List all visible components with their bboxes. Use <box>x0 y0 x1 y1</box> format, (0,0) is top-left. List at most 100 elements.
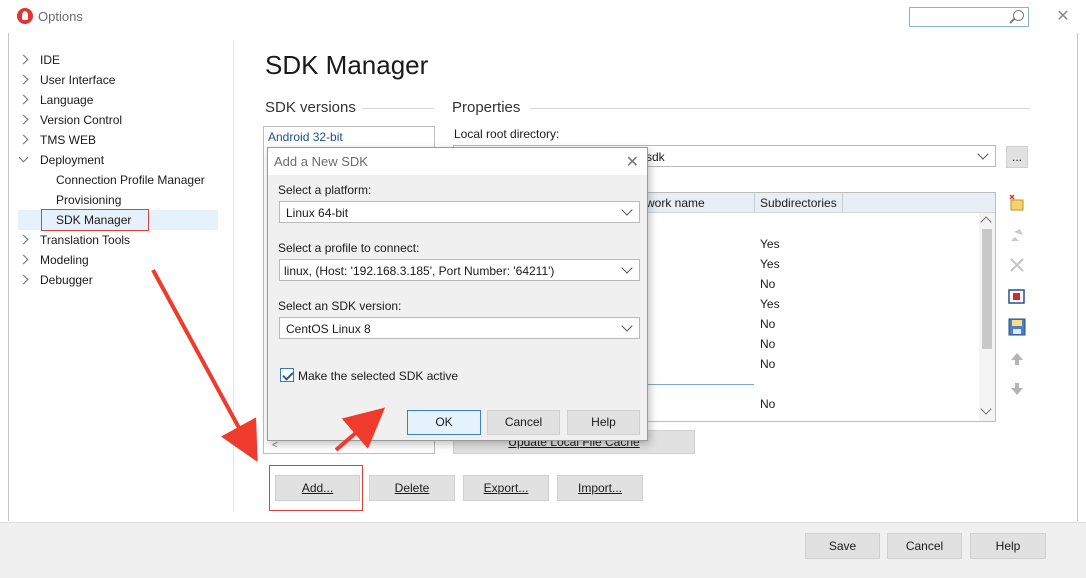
tree-item-label: Provisioning <box>56 193 122 207</box>
chevron-down-icon[interactable] <box>18 152 29 163</box>
tree-item-label: IDE <box>40 53 61 67</box>
grid-group-line <box>644 384 754 385</box>
chevron-down-icon <box>621 262 633 274</box>
chevron-right-icon[interactable] <box>18 74 29 85</box>
page-title: SDK Manager <box>265 50 429 80</box>
tree-item-deployment[interactable]: Deployment <box>18 150 220 170</box>
tree-item-label: Version Control <box>40 113 123 127</box>
make-active-checkbox[interactable] <box>280 368 294 382</box>
close-icon[interactable]: ✕ <box>626 152 639 172</box>
make-active-label[interactable]: Make the selected SDK active <box>298 369 458 383</box>
sdk-version-select[interactable]: CentOS Linux 8 <box>279 317 640 339</box>
tree-item-debugger[interactable]: Debugger <box>18 270 220 290</box>
column-separator[interactable] <box>842 193 843 213</box>
button-label: Delete <box>394 481 430 495</box>
tree-item-connection-profile-manager[interactable]: Connection Profile Manager <box>18 170 220 190</box>
column-separator[interactable] <box>754 193 755 213</box>
button-label: Import... <box>577 481 622 495</box>
browse-button[interactable]: ... <box>1006 146 1028 168</box>
chevron-right-icon[interactable] <box>18 94 29 105</box>
properties-header: Properties <box>452 99 521 116</box>
platform-label: Select a platform: <box>278 183 372 197</box>
dialog-title: Add a New SDK <box>274 154 368 169</box>
window-title: Options <box>38 9 83 24</box>
local-root-label: Local root directory: <box>454 127 560 141</box>
add-item-icon[interactable] <box>1006 192 1028 214</box>
delete-item-icon <box>1006 254 1028 276</box>
chevron-right-icon[interactable] <box>18 114 29 125</box>
tree-item-tms-web[interactable]: TMS WEB <box>18 130 220 150</box>
record-icon[interactable] <box>1006 286 1028 308</box>
window-border-left <box>8 33 9 521</box>
grid-cell: No <box>760 357 776 371</box>
sdk-versions-header: SDK versions <box>265 99 356 116</box>
title-bar: Options ✕ <box>0 0 1086 33</box>
tree-item-version-control[interactable]: Version Control <box>18 110 220 130</box>
grid-cell: Yes <box>760 257 780 271</box>
tree-item-label: Connection Profile Manager <box>56 173 205 187</box>
profile-select[interactable]: linux, (Host: '192.168.3.185', Port Numb… <box>279 259 640 281</box>
tree-item-label: Debugger <box>40 273 93 287</box>
scroll-up-icon[interactable] <box>980 216 992 228</box>
grid-cell: Yes <box>760 297 780 311</box>
section-divider <box>362 108 434 109</box>
grid-vertical-scrollbar[interactable] <box>979 213 995 421</box>
tree-item-translation-tools[interactable]: Translation Tools <box>18 230 220 250</box>
chevron-right-icon[interactable] <box>18 274 29 285</box>
pane-divider[interactable] <box>233 40 234 512</box>
tree-item-ide[interactable]: IDE <box>18 50 220 70</box>
options-window: Options ✕ IDE User Interface Language Ve… <box>0 0 1086 578</box>
dialog-title-bar: Add a New SDK ✕ <box>268 148 647 175</box>
column-header-framework[interactable]: work name <box>646 196 705 210</box>
export-sdk-button[interactable]: Export... <box>463 475 549 501</box>
delete-sdk-button[interactable]: Delete <box>369 475 455 501</box>
tree-item-modeling[interactable]: Modeling <box>18 250 220 270</box>
search-icon <box>1013 10 1024 21</box>
grid-cell: No <box>760 397 776 411</box>
scroll-left-icon[interactable]: < <box>272 440 278 451</box>
tree-item-label: Translation Tools <box>40 233 131 247</box>
grid-cell: No <box>760 277 776 291</box>
chevron-right-icon[interactable] <box>18 134 29 145</box>
chevron-right-icon[interactable] <box>18 254 29 265</box>
import-sdk-button[interactable]: Import... <box>557 475 643 501</box>
dialog-footer: Save Cancel Help <box>0 522 1086 578</box>
cancel-button[interactable]: Cancel <box>887 533 962 559</box>
options-search-input[interactable] <box>909 7 1029 27</box>
dialog-cancel-button[interactable]: Cancel <box>487 410 560 435</box>
move-down-icon <box>1006 378 1028 400</box>
tree-item-label: Deployment <box>40 153 105 167</box>
platform-select[interactable]: Linux 64-bit <box>279 201 640 223</box>
scrollbar-thumb[interactable] <box>982 229 992 349</box>
grid-cell: Yes <box>760 237 780 251</box>
list-item[interactable]: Android 32-bit <box>268 130 343 144</box>
sdk-version-label: Select an SDK version: <box>278 299 402 313</box>
local-root-value: sdk <box>646 150 665 164</box>
chevron-right-icon[interactable] <box>18 234 29 245</box>
grid-cell: No <box>760 317 776 331</box>
column-header-subdirectories[interactable]: Subdirectories <box>760 196 837 210</box>
options-tree: IDE User Interface Language Version Cont… <box>18 50 220 290</box>
tree-item-user-interface[interactable]: User Interface <box>18 70 220 90</box>
chevron-right-icon[interactable] <box>18 54 29 65</box>
grid-cell: No <box>760 337 776 351</box>
chevron-down-icon <box>621 320 633 332</box>
platform-value: Linux 64-bit <box>286 206 349 220</box>
tree-item-language[interactable]: Language <box>18 90 220 110</box>
tree-item-sdk-manager[interactable]: SDK Manager <box>18 209 218 231</box>
dialog-help-button[interactable]: Help <box>567 410 640 435</box>
close-icon[interactable]: ✕ <box>1054 8 1072 26</box>
save-icon[interactable] <box>1006 316 1028 338</box>
sdk-version-value: CentOS Linux 8 <box>286 322 371 336</box>
scroll-down-icon[interactable] <box>980 403 992 415</box>
ok-button[interactable]: OK <box>407 410 481 435</box>
tree-item-label: Modeling <box>40 253 89 267</box>
tree-item-label: Language <box>40 93 94 107</box>
window-border-right <box>1077 33 1078 521</box>
annotation-highlight-box <box>269 465 363 511</box>
annotation-highlight-box <box>41 209 149 231</box>
chevron-down-icon <box>977 148 989 160</box>
tree-item-provisioning[interactable]: Provisioning <box>18 190 220 210</box>
save-button[interactable]: Save <box>805 533 880 559</box>
help-button[interactable]: Help <box>970 533 1046 559</box>
